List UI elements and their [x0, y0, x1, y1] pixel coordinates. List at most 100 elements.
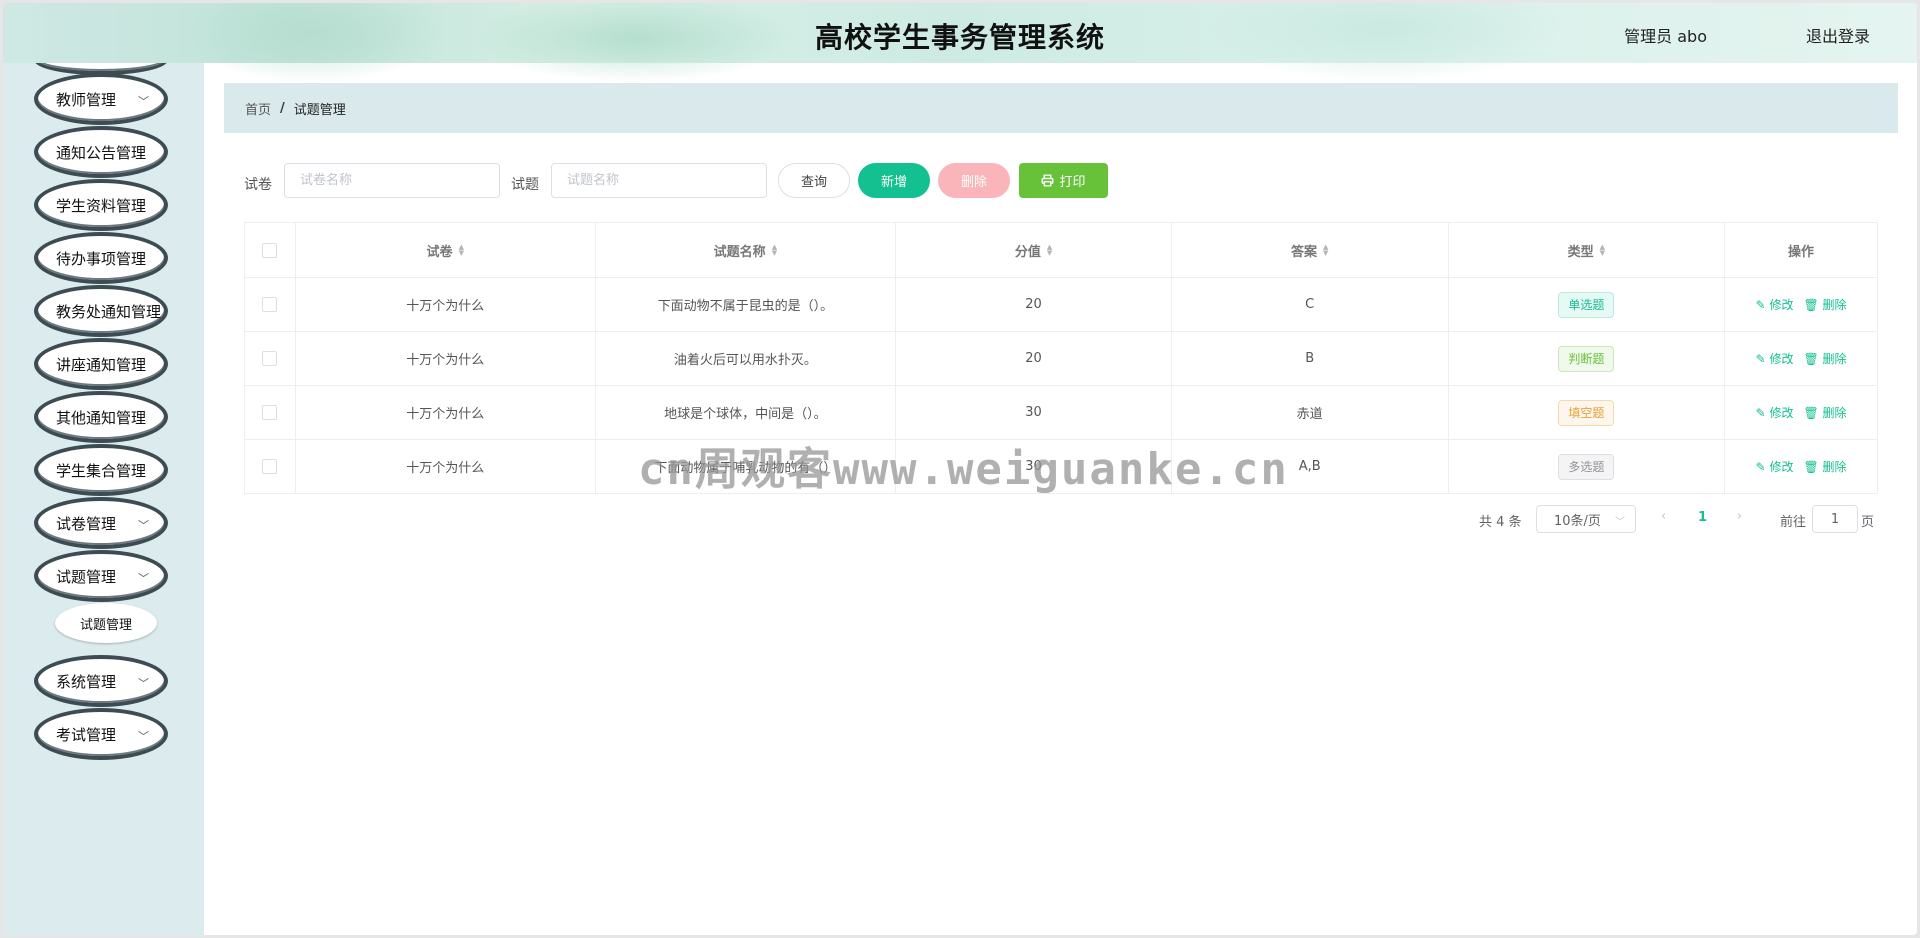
sidebar-item-todos[interactable]: 待办事项管理	[34, 232, 168, 284]
sidebar-item-label: 学生集合管理	[56, 461, 147, 480]
answer-cell: A,B	[1172, 440, 1449, 493]
column-header-label: 试题名称	[713, 244, 766, 260]
question-name-cell: 地球是个球体，中间是（）。	[596, 386, 897, 439]
sidebar-item-label: 通知公告管理	[56, 143, 147, 162]
prev-page-button[interactable]: ‹	[1661, 509, 1666, 524]
edit-button[interactable]: ✎ 修改	[1756, 296, 1794, 313]
sidebar-item-student-profiles[interactable]: 学生资料管理	[34, 179, 168, 231]
add-button[interactable]: 新增	[858, 163, 930, 198]
score-cell: 30	[896, 386, 1172, 439]
question-name-cell: 下面动物属于哺乳动物的有（）	[596, 440, 897, 493]
column-header-actions: 操作	[1725, 223, 1877, 277]
printer-icon	[1042, 174, 1054, 187]
trash-icon: 🗑	[1803, 298, 1823, 312]
chevron-down-icon: ﹀	[138, 519, 149, 532]
paper-search-label: 试卷	[244, 177, 272, 193]
sidebar-item-teachers[interactable]: 教师管理 ﹀	[34, 73, 168, 125]
sidebar-item-other-notices[interactable]: 其他通知管理	[34, 391, 168, 443]
sidebar-item-label: 教务处通知管理	[56, 302, 162, 321]
sidebar-item-exams[interactable]: 考试管理 ﹀	[34, 708, 168, 760]
paper-cell: 十万个为什么	[296, 386, 596, 439]
score-cell: 30	[896, 440, 1172, 493]
remove-button[interactable]: 🗑 删除	[1803, 350, 1846, 367]
column-header-score[interactable]: 分值 ▲ ▼	[896, 223, 1172, 277]
sidebar-item-label: 讲座通知管理	[56, 355, 147, 374]
breadcrumb: 首页 / 试题管理	[224, 83, 1898, 133]
page-number-current[interactable]: 1	[1698, 510, 1707, 525]
app-frame: 高校学生事务管理系统 管理员 abo 退出登录 教师管理 ﹀ 通知公告管理 学生…	[3, 3, 1917, 935]
table-row: 十万个为什么 油着火后可以用水扑灭。 20 B 判断题 ✎ 修改 🗑 删除	[245, 332, 1877, 386]
table-row: 十万个为什么 地球是个球体，中间是（）。 30 赤道 填空题 ✎ 修改 🗑 删除	[245, 386, 1877, 440]
select-all-checkbox[interactable]	[262, 242, 278, 258]
trash-icon: 🗑	[1803, 406, 1823, 420]
answer-cell: 赤道	[1172, 386, 1449, 439]
column-header-label: 操作	[1788, 244, 1815, 260]
breadcrumb-home-link[interactable]: 首页	[245, 99, 271, 118]
row-actions: ✎ 修改 🗑 删除	[1756, 458, 1847, 475]
sidebar-item-label: 考试管理	[56, 725, 117, 744]
type-tag: 单选题	[1558, 291, 1615, 318]
delete-button[interactable]: 删除	[938, 163, 1010, 198]
chevron-down-icon: ﹀	[138, 730, 149, 743]
edit-button[interactable]: ✎ 修改	[1756, 350, 1794, 367]
sidebar-item-label: 试题管理	[56, 567, 117, 586]
edit-button-label: 修改	[1769, 298, 1794, 312]
type-tag: 多选题	[1558, 453, 1615, 480]
row-checkbox[interactable]	[262, 459, 278, 474]
paper-cell: 十万个为什么	[296, 332, 596, 385]
sidebar-item-system[interactable]: 系统管理 ﹀	[34, 655, 168, 707]
trash-icon: 🗑	[1803, 352, 1823, 366]
sidebar-item-notices[interactable]: 通知公告管理	[34, 126, 168, 178]
answer-cell: C	[1172, 278, 1449, 331]
sort-icon[interactable]: ▲ ▼	[1600, 244, 1605, 257]
row-actions: ✎ 修改 🗑 删除	[1756, 350, 1847, 367]
column-header-label: 类型	[1567, 244, 1594, 260]
sidebar-item-student-gatherings[interactable]: 学生集合管理	[34, 444, 168, 496]
remove-button[interactable]: 🗑 删除	[1803, 458, 1846, 475]
sort-icon[interactable]: ▲ ▼	[772, 244, 777, 257]
sidebar-subitem-questions[interactable]: 试题管理	[55, 603, 157, 643]
sidebar-item-papers[interactable]: 试卷管理 ﹀	[34, 497, 168, 549]
question-search-input[interactable]	[551, 163, 767, 198]
column-header-question-name[interactable]: 试题名称 ▲ ▼	[596, 223, 897, 277]
remove-button[interactable]: 🗑 删除	[1803, 296, 1846, 313]
page-suffix-label: 页	[1861, 515, 1875, 530]
type-tag: 判断题	[1558, 345, 1615, 372]
next-page-button[interactable]: ›	[1737, 509, 1742, 524]
chevron-down-icon: ﹀	[138, 95, 149, 108]
column-header-label: 答案	[1290, 244, 1317, 260]
edit-icon: ✎	[1755, 298, 1770, 312]
row-checkbox[interactable]	[262, 351, 278, 366]
edit-button[interactable]: ✎ 修改	[1756, 404, 1794, 421]
row-checkbox[interactable]	[262, 405, 278, 420]
edit-button[interactable]: ✎ 修改	[1756, 458, 1794, 475]
remove-button-label: 删除	[1822, 460, 1847, 474]
chevron-down-icon: ﹀	[138, 677, 149, 690]
edit-button-label: 修改	[1769, 460, 1794, 474]
query-button[interactable]: 查询	[778, 163, 850, 198]
column-header-answer[interactable]: 答案 ▲ ▼	[1172, 223, 1449, 277]
edit-icon: ✎	[1755, 406, 1770, 420]
sidebar-item-lecture-notices[interactable]: 讲座通知管理	[34, 338, 168, 390]
row-checkbox[interactable]	[262, 297, 278, 312]
page-size-select[interactable]: 10条/页 ﹀	[1536, 505, 1636, 533]
sort-icon[interactable]: ▲ ▼	[1323, 244, 1328, 257]
chevron-down-icon: ﹀	[138, 572, 149, 585]
user-label: 管理员 abo	[1624, 27, 1707, 46]
paper-search-input[interactable]	[284, 163, 500, 198]
print-button[interactable]: 打印	[1019, 163, 1108, 198]
sidebar-item-questions[interactable]: 试题管理 ﹀	[34, 550, 168, 602]
sidebar-item-academic-notices[interactable]: 教务处通知管理	[34, 285, 168, 337]
edit-icon: ✎	[1755, 352, 1770, 366]
question-search-label: 试题	[511, 177, 539, 193]
column-header-type[interactable]: 类型 ▲ ▼	[1449, 223, 1726, 277]
remove-button[interactable]: 🗑 删除	[1803, 404, 1846, 421]
sort-icon[interactable]: ▲ ▼	[1047, 244, 1052, 257]
print-button-label: 打印	[1059, 175, 1086, 190]
column-header-label: 试卷	[426, 244, 453, 260]
column-header-paper[interactable]: 试卷 ▲ ▼	[296, 223, 596, 277]
sort-icon[interactable]: ▲ ▼	[459, 244, 464, 257]
type-tag: 填空题	[1558, 399, 1615, 426]
goto-page-input[interactable]	[1812, 505, 1858, 533]
logout-button[interactable]: 退出登录	[1806, 23, 1870, 47]
